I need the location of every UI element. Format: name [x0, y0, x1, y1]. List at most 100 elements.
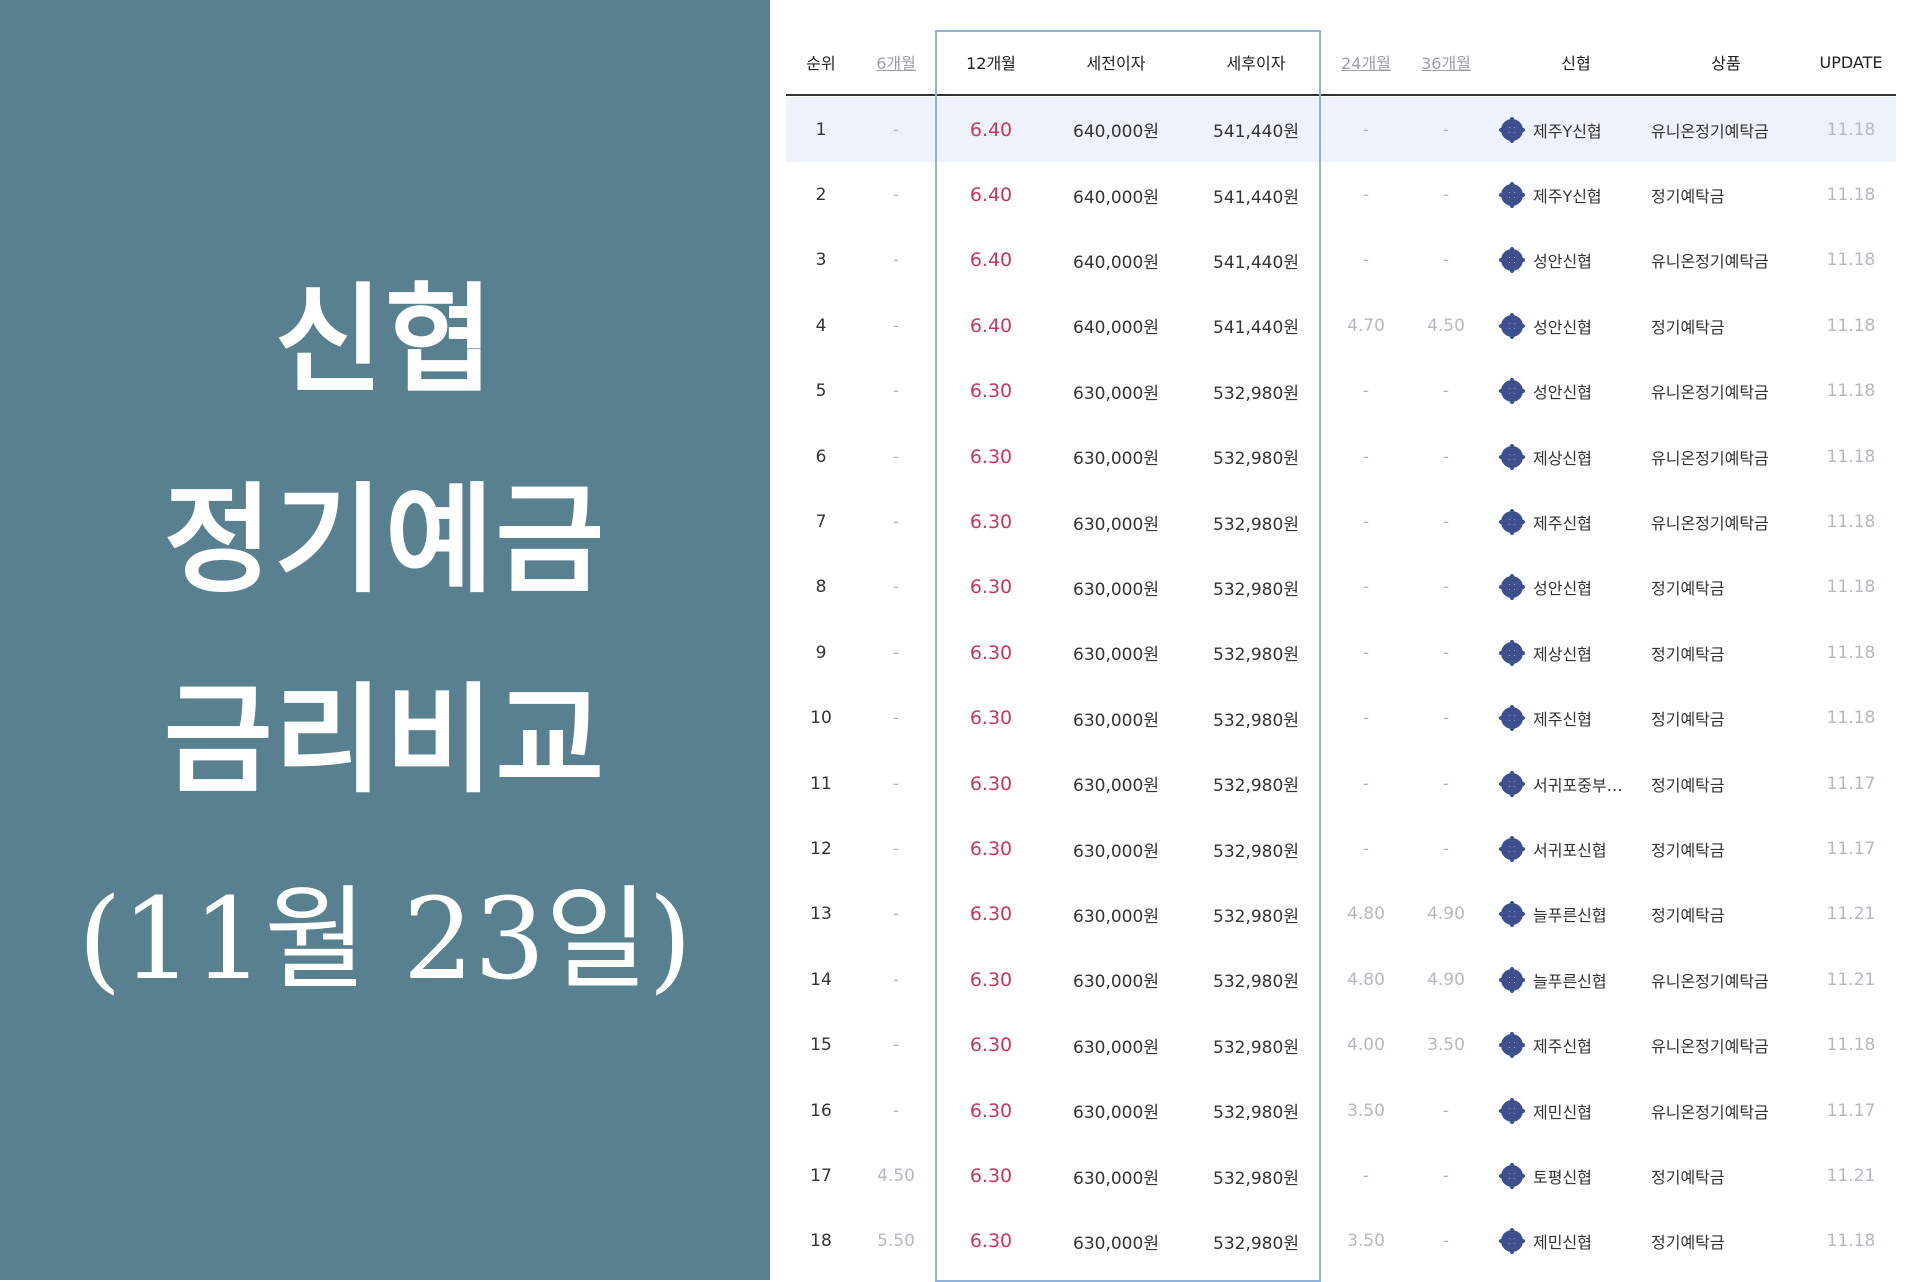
rank-cell: 12 — [810, 839, 832, 860]
post-tax-interest-cell: 532,980원 — [1213, 776, 1299, 797]
credit-union-logo-icon — [1501, 509, 1523, 536]
table-row[interactable]: 13 - 6.30 630,000원 532,980원 4.80 4.90 늘푸른신협 정기예탁… — [786, 882, 1896, 947]
table-row[interactable]: 7 - 6.30 630,000원 532,980원 - - 제주신협 유니온정기예탁금 11.1… — [786, 489, 1896, 554]
bank-cell[interactable]: 제민신협 — [1501, 1209, 1651, 1274]
rate-12-month-cell: 6.30 — [969, 772, 1013, 795]
bank-cell[interactable]: 제주신협 — [1501, 686, 1651, 751]
rate-36-month-cell: - — [1442, 512, 1450, 533]
header-6-month[interactable]: 6개월 — [856, 30, 936, 94]
credit-union-logo-icon — [1501, 1163, 1523, 1190]
bank-cell[interactable]: 제주신협 — [1501, 489, 1651, 554]
pre-tax-interest-cell: 630,000원 — [1073, 449, 1159, 470]
table-row[interactable]: 18 5.50 6.30 630,000원 532,980원 3.50 - 제민신협 정기예탁금… — [786, 1209, 1896, 1274]
post-tax-interest-cell: 532,980원 — [1213, 645, 1299, 666]
product-name: 유니온정기예탁금 — [1651, 1037, 1769, 1057]
table-row[interactable]: 11 - 6.30 630,000원 532,980원 - - 서귀포중부… 정기예탁금 11.1… — [786, 751, 1896, 816]
bank-cell[interactable]: 제상신협 — [1501, 424, 1651, 489]
product-cell[interactable]: 유니온정기예탁금 — [1651, 489, 1801, 554]
rate-12-month-cell: 6.30 — [969, 511, 1013, 534]
update-date-cell: 11.21 — [1826, 969, 1876, 990]
rate-6-month-cell: - — [892, 250, 900, 271]
bank-cell[interactable]: 제주Y신협 — [1501, 162, 1651, 227]
product-cell[interactable]: 유니온정기예탁금 — [1651, 359, 1801, 424]
credit-union-logo-icon — [1501, 312, 1523, 339]
bank-cell[interactable]: 성안신협 — [1501, 359, 1651, 424]
rate-36-month-cell: - — [1442, 839, 1450, 860]
header-36-month[interactable]: 36개월 — [1406, 30, 1486, 94]
table-row[interactable]: 10 - 6.30 630,000원 532,980원 - - 제주신협 정기예탁금 11.18 — [786, 686, 1896, 751]
rate-12-month-cell: 6.30 — [969, 903, 1013, 926]
product-cell[interactable]: 정기예탁금 — [1651, 751, 1801, 816]
rate-36-month-cell: - — [1442, 119, 1450, 140]
rate-6-month-cell: - — [892, 1100, 900, 1121]
product-name: 정기예탁금 — [1651, 1168, 1725, 1188]
table-row[interactable]: 8 - 6.30 630,000원 532,980원 - - 성안신협 정기예탁금 11.18 — [786, 555, 1896, 620]
product-cell[interactable]: 정기예탁금 — [1651, 620, 1801, 685]
product-cell[interactable]: 정기예탁금 — [1651, 816, 1801, 881]
credit-union-logo-icon — [1501, 574, 1523, 601]
rate-24-month-cell: - — [1362, 773, 1370, 794]
bank-cell[interactable]: 성안신협 — [1501, 228, 1651, 293]
product-name: 정기예탁금 — [1651, 1233, 1725, 1253]
product-cell[interactable]: 유니온정기예탁금 — [1651, 424, 1801, 489]
credit-union-logo-icon — [1501, 1097, 1523, 1124]
table-row[interactable]: 12 - 6.30 630,000원 532,980원 - - 서귀포신협 정기예탁금 11.17 — [786, 816, 1896, 881]
bank-cell[interactable]: 제상신협 — [1501, 620, 1651, 685]
table-row[interactable]: 15 - 6.30 630,000원 532,980원 4.00 3.50 제주신협 유니온정기… — [786, 1013, 1896, 1078]
rate-6-month-cell: - — [892, 119, 900, 140]
rate-12-month-cell: 6.30 — [969, 838, 1013, 861]
rank-cell: 8 — [815, 577, 827, 598]
product-cell[interactable]: 정기예탁금 — [1651, 555, 1801, 620]
pre-tax-interest-cell: 630,000원 — [1073, 1168, 1159, 1189]
product-cell[interactable]: 정기예탁금 — [1651, 882, 1801, 947]
table-row[interactable]: 14 - 6.30 630,000원 532,980원 4.80 4.90 늘푸른신협 유니온정… — [786, 947, 1896, 1012]
pre-tax-interest-cell: 630,000원 — [1073, 514, 1159, 535]
header-24-month[interactable]: 24개월 — [1326, 30, 1406, 94]
bank-cell[interactable]: 늘푸른신협 — [1501, 947, 1651, 1012]
bank-cell[interactable]: 성안신협 — [1501, 293, 1651, 358]
table-row[interactable]: 5 - 6.30 630,000원 532,980원 - - 성안신협 유니온정기예탁금 11.1… — [786, 359, 1896, 424]
product-cell[interactable]: 유니온정기예탁금 — [1651, 947, 1801, 1012]
product-cell[interactable]: 정기예탁금 — [1651, 1143, 1801, 1208]
bank-cell[interactable]: 제주신협 — [1501, 1013, 1651, 1078]
table-row[interactable]: 2 - 6.40 640,000원 541,440원 - - 제주Y신협 정기예탁금 11.18 — [786, 162, 1896, 227]
credit-union-logo-icon — [1501, 836, 1523, 863]
rate-24-month-cell: 4.70 — [1347, 315, 1385, 336]
table-header: 순위 6개월 12개월 세전이자 세후이자 24개월 36개월 신협 상품 UP… — [786, 30, 1896, 96]
table-row[interactable]: 6 - 6.30 630,000원 532,980원 - - 제상신협 유니온정기예탁금 11.1… — [786, 424, 1896, 489]
header-bank: 신협 — [1561, 54, 1591, 73]
post-tax-interest-cell: 541,440원 — [1213, 318, 1299, 339]
bank-cell[interactable]: 늘푸른신협 — [1501, 882, 1651, 947]
credit-union-logo-icon — [1501, 966, 1523, 993]
product-cell[interactable]: 유니온정기예탁금 — [1651, 228, 1801, 293]
product-cell[interactable]: 유니온정기예탁금 — [1651, 1013, 1801, 1078]
header-12-month[interactable]: 12개월 — [936, 30, 1046, 94]
credit-union-logo-icon — [1501, 182, 1523, 209]
bank-cell[interactable]: 서귀포신협 — [1501, 816, 1651, 881]
product-cell[interactable]: 정기예탁금 — [1651, 686, 1801, 751]
bank-cell[interactable]: 서귀포중부… — [1501, 751, 1651, 816]
product-cell[interactable]: 정기예탁금 — [1651, 293, 1801, 358]
bank-cell[interactable]: 성안신협 — [1501, 555, 1651, 620]
table-row[interactable]: 9 - 6.30 630,000원 532,980원 - - 제상신협 정기예탁금 11.18 — [786, 620, 1896, 685]
credit-union-logo-icon — [1501, 639, 1523, 666]
update-date-cell: 11.17 — [1826, 773, 1876, 794]
bank-cell[interactable]: 토평신협 — [1501, 1143, 1651, 1208]
product-name: 정기예탁금 — [1651, 644, 1725, 664]
table-row[interactable]: 17 4.50 6.30 630,000원 532,980원 - - 토평신협 정기예탁금 11.… — [786, 1143, 1896, 1208]
pre-tax-interest-cell: 630,000원 — [1073, 776, 1159, 797]
rate-12-month-cell: 6.30 — [969, 576, 1013, 599]
update-date-cell: 11.18 — [1826, 250, 1876, 271]
product-cell[interactable]: 정기예탁금 — [1651, 1209, 1801, 1274]
product-name: 유니온정기예탁금 — [1651, 121, 1769, 141]
table-row[interactable]: 1 - 6.40 640,000원 541,440원 - - 제주Y신협 유니온정기예탁금 11.… — [786, 97, 1896, 163]
product-cell[interactable]: 정기예탁금 — [1651, 162, 1801, 227]
bank-cell[interactable]: 제주Y신협 — [1501, 97, 1651, 162]
table-row[interactable]: 4 - 6.40 640,000원 541,440원 4.70 4.50 성안신협 정기예탁금 1… — [786, 293, 1896, 358]
table-row[interactable]: 3 - 6.40 640,000원 541,440원 - - 성안신협 유니온정기예탁금 11.1… — [786, 228, 1896, 293]
product-cell[interactable]: 유니온정기예탁금 — [1651, 1078, 1801, 1143]
bank-cell[interactable]: 제민신협 — [1501, 1078, 1651, 1143]
product-cell[interactable]: 유니온정기예탁금 — [1651, 97, 1801, 162]
table-row[interactable]: 16 - 6.30 630,000원 532,980원 3.50 - 제민신협 유니온정기예탁금… — [786, 1078, 1896, 1143]
rank-cell: 11 — [810, 773, 832, 794]
